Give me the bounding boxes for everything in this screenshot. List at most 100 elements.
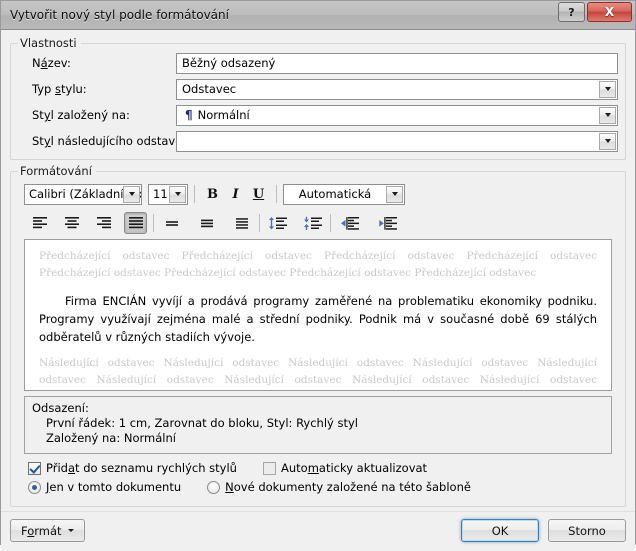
dialog-footer: Formát OK Storno (1, 511, 635, 551)
chevron-down-icon (67, 529, 74, 532)
ok-button-label: OK (491, 523, 509, 538)
style-type-value: Odstavec (182, 82, 237, 96)
dialog-body: Vlastnosti Název: Běžný odsazený Typ sty… (1, 30, 635, 511)
font-color-select[interactable]: Automatická (283, 183, 405, 205)
name-label-key: á (40, 56, 48, 70)
style-preview: Předcházející odstavec Předcházející ods… (24, 239, 612, 391)
font-toolbar: Calibri (Základní tex 11 B I U Automatic… (24, 182, 618, 206)
new-documents-label-key: N (225, 480, 234, 494)
preview-after-text: Následující odstavec Následující odstave… (39, 357, 597, 386)
new-documents-radio[interactable] (207, 480, 221, 494)
add-to-quick-styles-label-pre: Přid (46, 461, 68, 475)
decrease-paragraph-spacing-icon (268, 216, 287, 229)
bold-button[interactable]: B (201, 183, 224, 205)
close-button[interactable]: X (587, 2, 632, 22)
toolbar-divider (259, 214, 260, 232)
chevron-down-icon[interactable] (123, 185, 140, 203)
italic-button[interactable]: I (224, 183, 247, 205)
align-center-icon (64, 217, 79, 229)
formatting-legend: Formátování (20, 164, 92, 178)
increase-paragraph-spacing-button[interactable] (301, 212, 324, 234)
style-type-select[interactable]: Odstavec (176, 78, 618, 100)
line-spacing-single-button[interactable] (160, 212, 183, 234)
add-to-quick-styles-checkbox[interactable] (28, 461, 41, 475)
based-on-value: Normální (197, 108, 250, 122)
format-button[interactable]: Formát (10, 519, 85, 542)
increase-indent-button[interactable] (375, 212, 401, 234)
question-mark-icon: ? (568, 5, 575, 19)
increase-indent-icon (379, 216, 397, 230)
based-on-select[interactable]: ¶ Normální (176, 104, 618, 126)
decrease-indent-button[interactable] (337, 212, 363, 234)
auto-update-label: Automaticky aktualizovat (281, 461, 427, 475)
next-style-select[interactable] (176, 130, 618, 152)
name-label: Název: (18, 56, 176, 70)
based-on-label-post: l založený na: (50, 108, 130, 122)
chevron-down-icon[interactable] (599, 80, 616, 98)
window-controls: ? X (558, 2, 632, 22)
auto-update-label-post: aticky aktualizovat (318, 461, 428, 475)
description-line-1: Odsazení: (32, 401, 89, 415)
align-right-icon (96, 217, 111, 229)
scope-options-row: Jen v tomto dokumentu Nové dokumenty zal… (28, 480, 618, 494)
name-label-post: zev: (47, 56, 71, 70)
window-title: Vytvořit nový styl podle formátování (10, 8, 229, 22)
paragraph-toolbar (28, 210, 618, 236)
only-this-document-label-post: en v tomto dokumentu (49, 480, 182, 494)
only-this-document-label: Jen v tomto dokumentu (46, 480, 181, 494)
font-family-select[interactable]: Calibri (Základní tex (24, 183, 142, 205)
add-to-quick-styles-label: Přidat do seznamu rychlých stylů (46, 461, 237, 475)
underline-button[interactable]: U (247, 183, 270, 205)
next-style-label-key: y (43, 134, 51, 148)
align-right-button[interactable] (92, 212, 115, 234)
chevron-down-icon[interactable] (599, 132, 616, 150)
only-this-document-radio[interactable] (28, 480, 41, 494)
decrease-paragraph-spacing-button[interactable] (266, 212, 289, 234)
toolbar-divider (194, 185, 195, 203)
align-center-button[interactable] (60, 212, 83, 234)
decrease-indent-icon (341, 216, 359, 230)
preview-sample-text: Firma ENCIÁN vyvíjí a prodává programy z… (39, 294, 597, 344)
next-style-row: Styl následujícího odstavce: (18, 130, 618, 152)
style-type-label: Typ stylu: (18, 82, 176, 96)
format-label-post: rmát (34, 523, 62, 538)
ok-button[interactable]: OK (461, 519, 539, 542)
auto-update-label-pre: Auto (280, 461, 308, 475)
close-icon: X (604, 5, 615, 19)
cancel-button[interactable]: Storno (548, 519, 626, 542)
auto-update-checkbox[interactable] (262, 461, 276, 475)
add-to-quick-styles-label-post: t do seznamu rychlých stylů (75, 461, 237, 475)
align-left-button[interactable] (28, 212, 51, 234)
format-button-label: Formát (21, 524, 62, 538)
title-bar: Vytvořit nový styl podle formátování ? X (1, 1, 635, 30)
name-label-pre: N (32, 56, 41, 70)
name-input-value: Běžný odsazený (182, 56, 276, 70)
help-button[interactable]: ? (558, 2, 585, 22)
font-size-select[interactable]: 11 (148, 183, 188, 205)
description-line-3: Založený na: Normální (46, 431, 176, 445)
chevron-down-icon[interactable] (386, 185, 403, 203)
align-justify-button[interactable] (124, 212, 147, 234)
line-spacing-double-button[interactable] (230, 212, 253, 234)
new-documents-label: Nové dokumenty založené na této šabloně (225, 480, 471, 494)
create-style-dialog: Vytvořit nový styl podle formátování ? X… (0, 0, 636, 551)
align-justify-icon (128, 217, 143, 229)
properties-group: Vlastnosti Název: Běžný odsazený Typ sty… (10, 36, 626, 160)
line-spacing-double-icon (235, 218, 248, 229)
style-type-row: Typ stylu: Odstavec (18, 78, 618, 100)
based-on-label-key: y (43, 108, 51, 122)
font-size-value: 11 (153, 187, 168, 201)
based-on-label: Styl založený na: (18, 108, 176, 122)
based-on-label-pre: St (32, 108, 44, 122)
formatting-group: Formátování Calibri (Základní tex 11 B I… (10, 164, 626, 507)
new-documents-label-post: ové dokumenty založené na této šabloně (233, 480, 471, 494)
chevron-down-icon[interactable] (599, 106, 616, 124)
name-input[interactable]: Běžný odsazený (176, 52, 618, 74)
increase-paragraph-spacing-icon (303, 216, 322, 230)
line-spacing-1-5-button[interactable] (195, 212, 218, 234)
auto-update-label-key: m (307, 461, 319, 475)
quick-styles-options-row: Přidat do seznamu rychlých stylů Automat… (28, 461, 618, 475)
pilcrow-icon: ¶ (185, 108, 193, 122)
based-on-row: Styl založený na: ¶ Normální (18, 104, 618, 126)
chevron-down-icon[interactable] (169, 185, 186, 203)
